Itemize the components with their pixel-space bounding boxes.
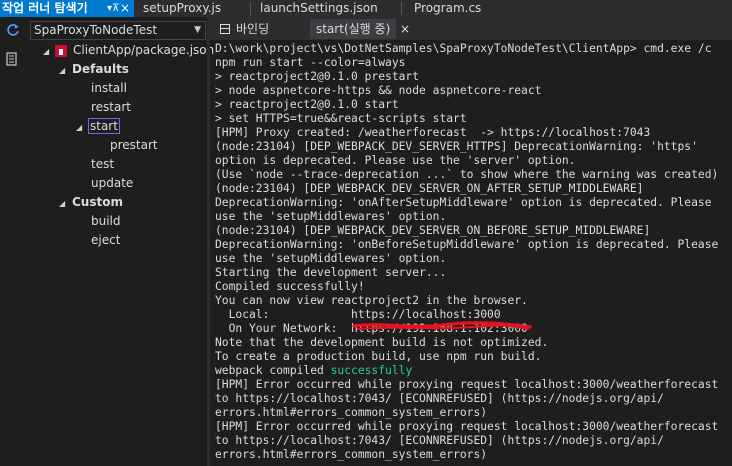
close-icon[interactable]: × — [120, 0, 130, 17]
terminal-line: Note that the development build is not o… — [215, 336, 549, 349]
task-runner-toolbar — [0, 17, 26, 466]
terminal-line: (node:23104) [DEP_WEBPACK_DEV_SERVER_ON_… — [215, 182, 644, 195]
tab-label: launchSettings.json — [260, 1, 378, 15]
task-runner-explorer-tab[interactable]: 작업 러너 탐색기 ▾⊼ × — [0, 0, 134, 17]
terminal-line: npm run start --color=always — [215, 56, 406, 69]
tab-label: start(실행 중) — [316, 22, 391, 36]
tab-label: Program.cs — [414, 1, 482, 15]
tab-divider — [250, 2, 251, 15]
document-tab-strip: 작업 러너 탐색기 ▾⊼ × setupProxy.js launchSetti… — [0, 0, 732, 17]
terminal-line: DeprecationWarning: 'onAfterSetupMiddlew… — [215, 196, 712, 209]
terminal-line: Starting the development server... — [215, 266, 447, 279]
redaction-scribble — [352, 321, 532, 330]
terminal-line: to https://localhost:7043/ [ECONNREFUSED… — [215, 392, 664, 405]
bindings-icon — [220, 24, 230, 34]
panel-title: 작업 러너 탐색기 — [2, 1, 88, 15]
terminal-line: errors.html#errors_common_system_errors) — [215, 448, 488, 461]
npm-package-icon — [55, 45, 67, 57]
tree-item-prestart[interactable]: prestart — [110, 136, 158, 155]
success-text: successfully — [330, 364, 413, 377]
terminal-tab-bar: 바인딩 start(실행 중) × — [210, 17, 732, 40]
tab-start-running[interactable]: start(실행 중) — [310, 19, 397, 39]
tab-setupproxy[interactable]: setupProxy.js — [143, 0, 221, 17]
terminal-line: [HPM] Proxy created: /weatherforecast ->… — [215, 126, 651, 139]
tree-item-label: eject — [91, 233, 121, 247]
tab-divider — [401, 2, 402, 15]
tab-program-cs[interactable]: Program.cs — [414, 0, 481, 17]
terminal-line: > node aspnetcore-https && node aspnetco… — [215, 84, 542, 97]
terminal-line: to https://localhost:7043/ [ECONNREFUSED… — [215, 434, 664, 447]
toggle-view-icon[interactable] — [5, 51, 21, 67]
terminal-line: To create a production build, use npm ru… — [215, 350, 542, 363]
tree-item-start[interactable]: start — [88, 117, 120, 136]
terminal-line: use the 'setupMiddlewares' option. — [215, 210, 447, 223]
terminal-line-webpack: webpack compiled successfully — [215, 364, 732, 378]
tree-item-eject[interactable]: eject — [91, 231, 120, 250]
terminal-line: [HPM] Error occurred while proxying requ… — [215, 420, 719, 433]
terminal-line: DeprecationWarning: 'onBeforeSetupMiddle… — [215, 238, 719, 251]
terminal-line: D:\work\project\vs\DotNetSamples\SpaProx… — [215, 42, 712, 55]
expand-triangle-icon[interactable]: ◢ — [59, 61, 65, 80]
terminal-line: errors.html#errors_common_system_errors) — [215, 406, 488, 419]
terminal-line: [HPM] Error occurred while proxying requ… — [215, 378, 719, 391]
tab-label: setupProxy.js — [143, 1, 222, 15]
terminal-line: Compiled successfully! — [215, 280, 365, 293]
terminal-line: (node:23104) [DEP_WEBPACK_DEV_SERVER_ON_… — [215, 224, 651, 237]
tree-item-update[interactable]: update — [91, 174, 133, 193]
panel-splitter[interactable] — [207, 17, 210, 466]
chevron-down-icon[interactable]: ▼ — [194, 22, 201, 39]
tree-item-restart[interactable]: restart — [91, 98, 131, 117]
terminal-text: webpack compiled — [215, 364, 331, 377]
tree-group-defaults[interactable]: Defaults — [72, 60, 129, 79]
tree-item-install[interactable]: install — [91, 79, 127, 98]
terminal-line: > set HTTPS=true&&react-scripts start — [215, 112, 467, 125]
tab-launchsettings[interactable]: launchSettings.json — [260, 0, 378, 17]
tree-item-label: start — [88, 118, 120, 134]
tree-item-label: test — [91, 157, 115, 171]
close-icon[interactable]: × — [400, 19, 410, 39]
tree-item-label: prestart — [110, 138, 158, 152]
tree-item-build[interactable]: build — [91, 212, 121, 231]
tree-group-label: Defaults — [72, 62, 129, 76]
expand-triangle-icon[interactable]: ◢ — [43, 42, 49, 61]
pin-icon[interactable]: ▾⊼ — [107, 0, 119, 17]
refresh-icon[interactable] — [5, 22, 21, 38]
tree-root-package-json[interactable]: ClientApp/package.json — [73, 41, 214, 60]
tree-root-label: ClientApp/package.json — [73, 43, 215, 57]
terminal-line: > reactproject2@0.1.0 start — [215, 98, 399, 111]
task-runner-panel: SpaProxyToNodeTest ▼ ◢ ClientApp/package… — [0, 17, 214, 466]
tree-group-custom[interactable]: Custom — [72, 193, 123, 212]
terminal-line: > reactproject2@0.1.0 prestart — [215, 70, 420, 83]
tree-item-label: install — [91, 81, 127, 95]
tab-bindings[interactable]: 바인딩 — [220, 19, 269, 39]
terminal-line: (node:23104) [DEP_WEBPACK_DEV_SERVER_HTT… — [215, 140, 698, 153]
tree-item-label: restart — [91, 100, 132, 114]
terminal-line: option is deprecated. Please use the 'se… — [215, 154, 576, 167]
terminal-line: You can now view reactproject2 in the br… — [215, 294, 528, 307]
terminal-line: use the 'setupMiddlewares' option. — [215, 252, 447, 265]
terminal-line: (Use `node --trace-deprecation ...` to s… — [215, 168, 719, 181]
tree-group-label: Custom — [72, 195, 123, 209]
tree-item-label: build — [91, 214, 121, 228]
expand-triangle-icon[interactable]: ◢ — [59, 194, 65, 213]
tree-item-test[interactable]: test — [91, 155, 114, 174]
expand-triangle-icon[interactable]: ◢ — [76, 118, 82, 137]
project-combo-value: SpaProxyToNodeTest — [34, 23, 158, 37]
terminal-output[interactable]: D:\work\project\vs\DotNetSamples\SpaProx… — [215, 42, 732, 466]
tree-item-label: update — [91, 176, 134, 190]
tab-label: 바인딩 — [236, 22, 270, 36]
project-combobox[interactable]: SpaProxyToNodeTest ▼ — [30, 21, 206, 40]
